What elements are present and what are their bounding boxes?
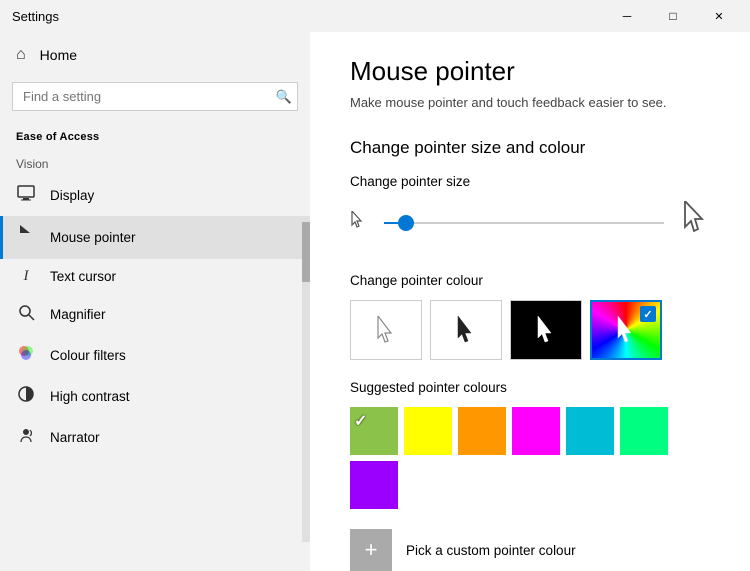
high-contrast-icon <box>16 385 36 408</box>
scrollbar-thumb[interactable] <box>302 222 310 282</box>
minimize-button[interactable]: ─ <box>604 0 650 32</box>
custom-colour-label: Pick a custom pointer colour <box>406 543 576 558</box>
slider-track <box>384 222 664 224</box>
swatch-cyan[interactable] <box>566 407 614 455</box>
colour-option-white[interactable] <box>350 300 422 360</box>
sidebar-label-magnifier: Magnifier <box>50 307 106 322</box>
sidebar-item-mouse-pointer[interactable]: Mouse pointer <box>0 216 310 259</box>
sidebar-item-display[interactable]: Display <box>0 175 310 216</box>
suggested-label: Suggested pointer colours <box>350 380 710 395</box>
swatch-magenta[interactable] <box>512 407 560 455</box>
section-heading: Change pointer size and colour <box>350 138 710 158</box>
sidebar-label-high-contrast: High contrast <box>50 389 130 404</box>
colour-options: ✓ <box>350 300 710 360</box>
swatch-yellow[interactable] <box>404 407 452 455</box>
magnifier-icon <box>16 303 36 326</box>
maximize-button[interactable]: □ <box>650 0 696 32</box>
ease-of-access-label: Ease of Access <box>0 123 310 147</box>
white-cursor-icon <box>375 316 397 344</box>
display-icon <box>16 184 36 207</box>
title-bar: Settings ─ □ ✕ <box>0 0 750 32</box>
app-body: ⌂ Home 🔍 Ease of Access Vision Display M… <box>0 32 750 571</box>
cursor-large-icon <box>682 201 710 245</box>
slider-thumb[interactable] <box>398 215 414 231</box>
sidebar-label-mouse-pointer: Mouse pointer <box>50 230 136 245</box>
home-icon: ⌂ <box>16 46 26 64</box>
sidebar-item-magnifier[interactable]: Magnifier <box>0 294 310 335</box>
sidebar-item-high-contrast[interactable]: High contrast <box>0 376 310 417</box>
swatch-purple[interactable] <box>350 461 398 509</box>
swatch-orange[interactable] <box>458 407 506 455</box>
search-button[interactable]: 🔍 <box>276 89 292 105</box>
page-title: Mouse pointer <box>350 56 710 87</box>
sidebar-nav: Vision Display Mouse pointer I Text curs… <box>0 147 310 571</box>
sidebar-item-colour-filters[interactable]: Colour filters <box>0 335 310 376</box>
text-cursor-icon: I <box>16 268 36 285</box>
search-box: 🔍 <box>12 82 298 111</box>
slider-row <box>350 201 710 245</box>
plus-icon: + <box>365 537 378 563</box>
white-on-black-cursor-icon <box>535 316 557 344</box>
title-bar-controls: ─ □ ✕ <box>604 0 742 32</box>
swatch-check-lime: ✓ <box>354 411 367 431</box>
black-cursor-icon <box>455 316 477 344</box>
scrollbar-track[interactable] <box>302 222 310 542</box>
colour-option-blackbg[interactable] <box>510 300 582 360</box>
narrator-icon <box>16 426 36 449</box>
colour-filters-icon <box>16 344 36 367</box>
custom-colour-row: + Pick a custom pointer colour <box>350 529 710 571</box>
sidebar-label-colour-filters: Colour filters <box>50 348 126 363</box>
swatch-lime[interactable]: ✓ <box>350 407 398 455</box>
sidebar-label-narrator: Narrator <box>50 430 100 445</box>
cursor-small-icon <box>350 211 366 236</box>
colour-option-black[interactable] <box>430 300 502 360</box>
mouse-icon <box>16 225 36 250</box>
sidebar-item-narrator[interactable]: Narrator <box>0 417 310 458</box>
page-subtitle: Make mouse pointer and touch feedback ea… <box>350 95 710 110</box>
sidebar-item-text-cursor[interactable]: I Text cursor <box>0 259 310 294</box>
main-content: Mouse pointer Make mouse pointer and tou… <box>310 32 750 571</box>
search-input[interactable] <box>12 82 298 111</box>
colour-option-rainbow[interactable]: ✓ <box>590 300 662 360</box>
close-button[interactable]: ✕ <box>696 0 742 32</box>
sidebar-home-item[interactable]: ⌂ Home <box>0 32 310 78</box>
settings-title: Settings <box>12 9 59 24</box>
sidebar: ⌂ Home 🔍 Ease of Access Vision Display M… <box>0 32 310 571</box>
custom-colour-button[interactable]: + <box>350 529 392 571</box>
pointer-colour-label: Change pointer colour <box>350 273 710 288</box>
checkmark-badge: ✓ <box>640 306 656 322</box>
sidebar-label-text-cursor: Text cursor <box>50 269 116 284</box>
vision-section-title: Vision <box>0 147 310 175</box>
suggested-colours: ✓ <box>350 407 710 509</box>
title-bar-left: Settings <box>0 9 59 24</box>
sidebar-label-display: Display <box>50 188 94 203</box>
home-label: Home <box>40 47 77 63</box>
slider-container <box>384 213 664 233</box>
pointer-size-label: Change pointer size <box>350 174 710 189</box>
swatch-green[interactable] <box>620 407 668 455</box>
rainbow-cursor-icon <box>615 316 637 344</box>
